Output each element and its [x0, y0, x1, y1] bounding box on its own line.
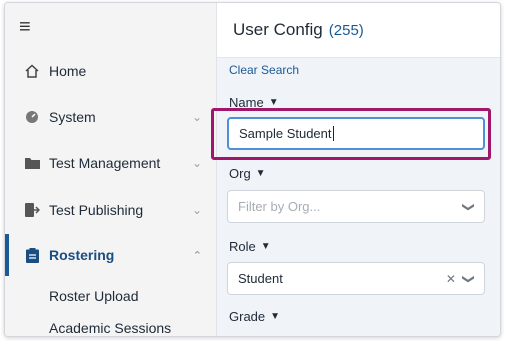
org-placeholder: Filter by Org...: [238, 199, 321, 214]
clear-search-link[interactable]: Clear Search: [229, 63, 299, 77]
clipboard-icon: [23, 247, 41, 263]
name-input-value: Sample Student: [239, 126, 332, 141]
clear-icon[interactable]: ✕: [446, 272, 456, 286]
gauge-icon: [23, 110, 41, 124]
role-filter-select[interactable]: Student ✕ ❯: [227, 262, 485, 295]
sidebar-subitem-academic-sessions[interactable]: Academic Sessions: [49, 320, 171, 336]
org-filter-label[interactable]: Org ▼: [229, 166, 266, 181]
result-count: (255): [328, 21, 364, 39]
main-panel: User Config (255) Clear Search Name ▼ Sa…: [211, 3, 500, 336]
text-cursor: [332, 126, 334, 141]
org-filter-select[interactable]: Filter by Org... ❯: [227, 190, 485, 223]
sidebar-item-label: System: [49, 109, 96, 125]
sidebar-item-rostering[interactable]: Rostering ⌃: [5, 234, 216, 276]
page-title: User Config: [233, 20, 323, 39]
chevron-up-icon: ⌃: [192, 249, 202, 262]
publish-icon: [23, 203, 41, 217]
chevron-down-icon: ▼: [268, 97, 279, 108]
chevron-down-icon: ▼: [260, 241, 271, 252]
folder-icon: [23, 157, 41, 169]
name-filter-input[interactable]: Sample Student: [227, 117, 485, 150]
grade-filter-label[interactable]: Grade ▼: [229, 309, 280, 324]
chevron-down-icon[interactable]: ❯: [462, 201, 476, 211]
sidebar-item-system[interactable]: System ⌄: [5, 96, 216, 138]
chevron-down-icon: ⌄: [191, 156, 202, 170]
sidebar: ≡ Home System ⌄ Test Management ⌄ Test P…: [5, 3, 217, 336]
sidebar-subitem-roster-upload[interactable]: Roster Upload: [49, 288, 139, 304]
sidebar-item-test-publishing[interactable]: Test Publishing ⌄: [5, 189, 216, 231]
role-label-text: Role: [229, 239, 256, 254]
chevron-down-icon: ⌄: [191, 110, 202, 124]
app-window: ≡ Home System ⌄ Test Management ⌄ Test P…: [4, 2, 501, 337]
chevron-down-icon: ▼: [255, 168, 266, 179]
grade-label-text: Grade: [229, 309, 266, 324]
page-header: User Config (255): [217, 3, 500, 58]
home-icon: [23, 64, 41, 78]
sidebar-item-home[interactable]: Home: [5, 50, 216, 92]
sidebar-item-test-management[interactable]: Test Management ⌄: [5, 142, 216, 184]
sidebar-item-label: Home: [49, 63, 87, 79]
role-filter-label[interactable]: Role ▼: [229, 239, 271, 254]
chevron-down-icon: ▼: [270, 311, 281, 322]
sidebar-item-label: Test Publishing: [49, 202, 144, 218]
chevron-down-icon: ⌄: [191, 203, 202, 217]
org-label-text: Org: [229, 166, 251, 181]
sidebar-item-label: Rostering: [49, 247, 115, 263]
role-selected-value: Student: [238, 271, 283, 286]
hamburger-icon[interactable]: ≡: [19, 17, 31, 37]
sidebar-item-label: Test Management: [49, 155, 161, 171]
chevron-down-icon[interactable]: ❯: [462, 273, 476, 283]
